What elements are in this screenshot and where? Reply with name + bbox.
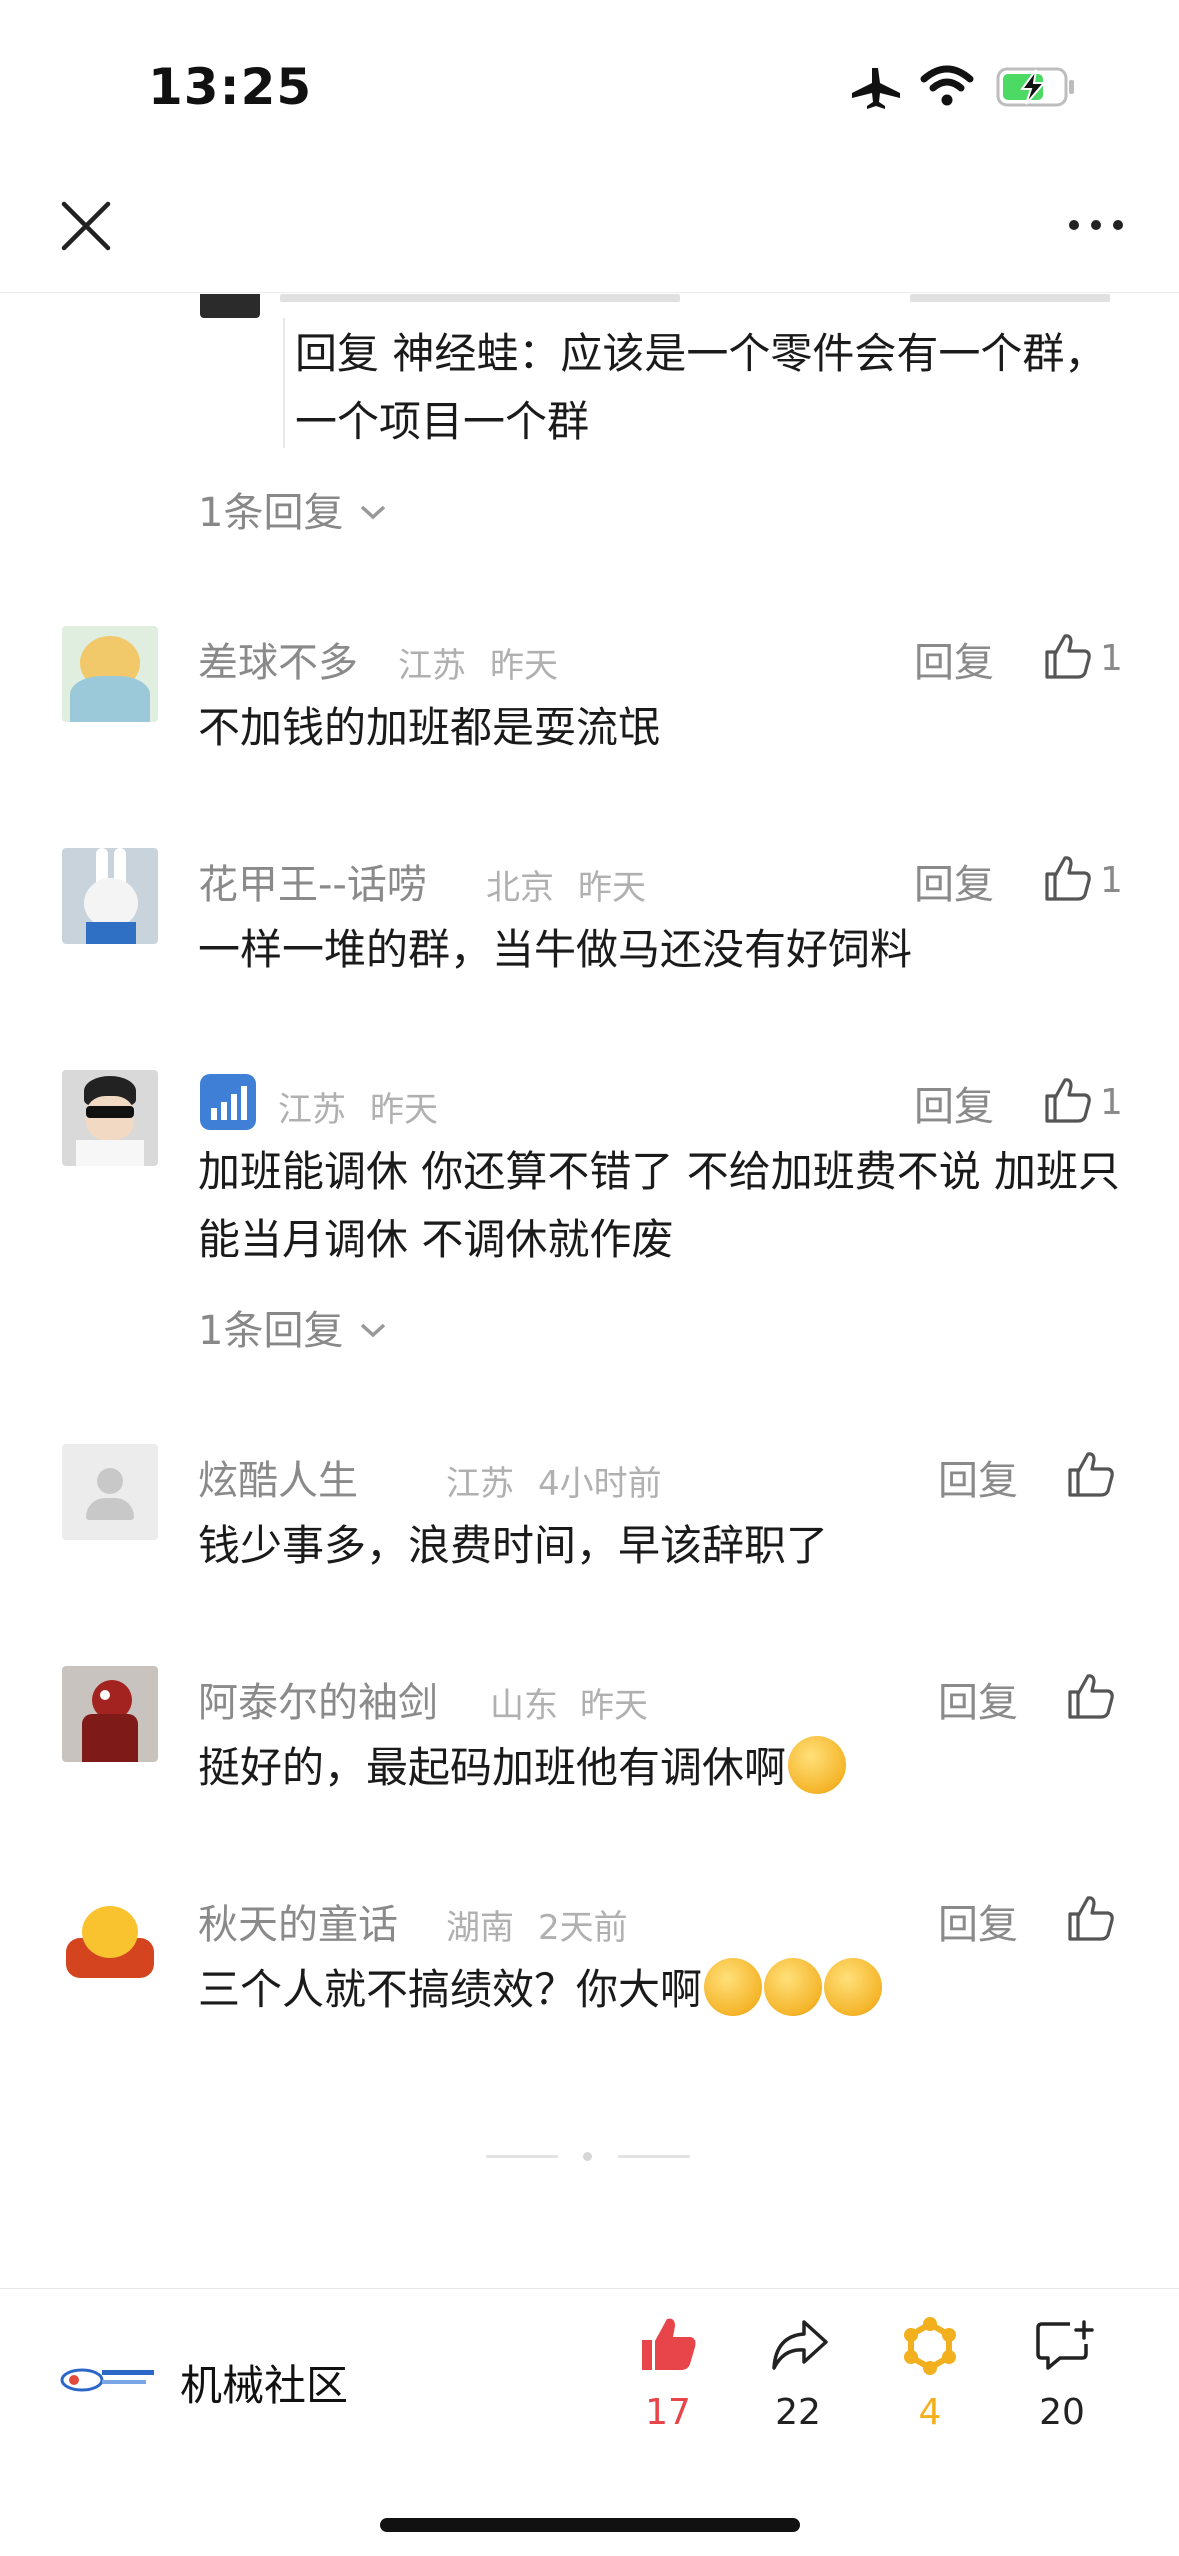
more-icon[interactable] [1066,215,1126,235]
like-count: 1 [1100,860,1123,901]
reply-button[interactable]: 回复 [914,630,994,688]
thumbs-up-icon[interactable] [1043,632,1093,680]
battery-charging-icon [996,67,1074,107]
reply-button[interactable]: 回复 [938,1670,1018,1728]
comment-author-name[interactable]: 花甲王--话唠 [198,852,427,910]
comment-time: 昨天 [580,1686,648,1726]
nested-reply-text: 回复 神经蛙：应该是一个零件会有一个群，一个项目一个群 [283,320,1125,456]
comment-author-name[interactable]: 秋天的童话 [198,1892,398,1950]
signal-level-icon [200,1074,256,1130]
avatar[interactable] [62,1666,158,1762]
reply-button[interactable]: 回复 [938,1448,1018,1506]
page-indicator-line [618,2155,690,2158]
truncated-comment-actions [910,294,1110,302]
reply-button[interactable]: 回复 [914,1074,994,1132]
like-count: 1 [1100,1082,1123,1123]
comment-text: 挺好的，最起码加班他有调休啊 [198,1734,1128,1802]
thumbs-up-icon[interactable] [1043,1076,1093,1124]
thumbs-up-icon[interactable] [1043,854,1093,902]
comment-text: 一样一堆的群，当牛做马还没有好饲料 [198,925,913,974]
reply-label: 回复 [295,329,380,378]
reply-button[interactable]: 回复 [938,1892,1018,1950]
avatar [200,294,260,318]
comment-location: 山东 [490,1686,558,1726]
comment-time: 4小时前 [538,1464,662,1504]
avatar[interactable] [62,1444,158,1540]
avatar[interactable] [62,848,158,944]
avatar[interactable] [62,1888,158,1984]
avatar[interactable] [62,626,158,722]
truncated-comment-header [280,294,680,302]
comment-text: 三个人就不搞绩效？你大啊 [198,1956,1128,2024]
thumbs-up-filled-icon[interactable] [638,2316,698,2374]
community-logo[interactable] [60,2356,158,2398]
community-name[interactable]: 机械社区 [180,2352,348,2413]
comment-location: 江苏 [278,1090,346,1130]
flushed-emoji-icon [764,1958,823,2016]
reply-button[interactable]: 回复 [914,852,994,910]
avatar[interactable] [62,1070,158,1166]
like-count: 1 [1100,638,1123,679]
reply-target: 神经蛙： [392,329,561,378]
coin-count: 4 [918,2392,942,2433]
comment-location: 江苏 [398,646,466,686]
page-indicator-line [486,2155,558,2158]
chevron-down-icon [360,1323,386,1338]
page-indicator-dot [583,2152,592,2161]
crying-emoji-icon [788,1736,847,1794]
comment-author-name[interactable]: 炫酷人生 [198,1448,358,1506]
comment-author-name[interactable]: 阿泰尔的袖剑 [198,1670,438,1728]
nav-divider [0,292,1179,293]
more-replies-button[interactable]: 1条回复 [198,1298,390,1356]
comment-author-name[interactable]: 差球不多 [198,630,358,688]
thumbs-up-icon[interactable] [1066,1672,1116,1720]
comment-text: 不加钱的加班都是耍流氓 [198,703,661,752]
comment-count: 20 [1039,2392,1085,2433]
flushed-emoji-icon [824,1958,883,2016]
share-icon[interactable] [770,2318,830,2372]
comment-text: 加班能调休 你还算不错了 不给加班费不说 加班只能当月调休 不调休就作废 [198,1147,1121,1264]
comment-time: 昨天 [490,646,558,686]
more-replies-button[interactable]: 1条回复 [198,480,390,538]
close-icon[interactable] [58,198,114,254]
comment-time: 昨天 [370,1090,438,1130]
airplane-icon [852,68,900,109]
wifi-icon [920,65,974,106]
comment-location: 江苏 [446,1464,514,1504]
like-total-count: 17 [645,2392,691,2433]
status-time: 13:25 [148,58,313,116]
thumbs-up-icon[interactable] [1066,1450,1116,1498]
share-count: 22 [775,2392,821,2433]
bottom-divider [0,2288,1179,2289]
comment-add-icon[interactable] [1034,2320,1096,2372]
chevron-down-icon [360,505,386,520]
comment-text: 钱少事多，浪费时间，早该辞职了 [198,1521,829,1570]
flushed-emoji-icon [704,1958,763,2016]
comment-location: 北京 [486,868,554,908]
gold-badge-icon[interactable] [900,2316,960,2376]
comment-location: 湖南 [446,1908,514,1948]
comment-time: 2天前 [538,1908,628,1948]
home-indicator [380,2518,800,2532]
comment-time: 昨天 [578,868,646,908]
thumbs-up-icon[interactable] [1066,1894,1116,1942]
